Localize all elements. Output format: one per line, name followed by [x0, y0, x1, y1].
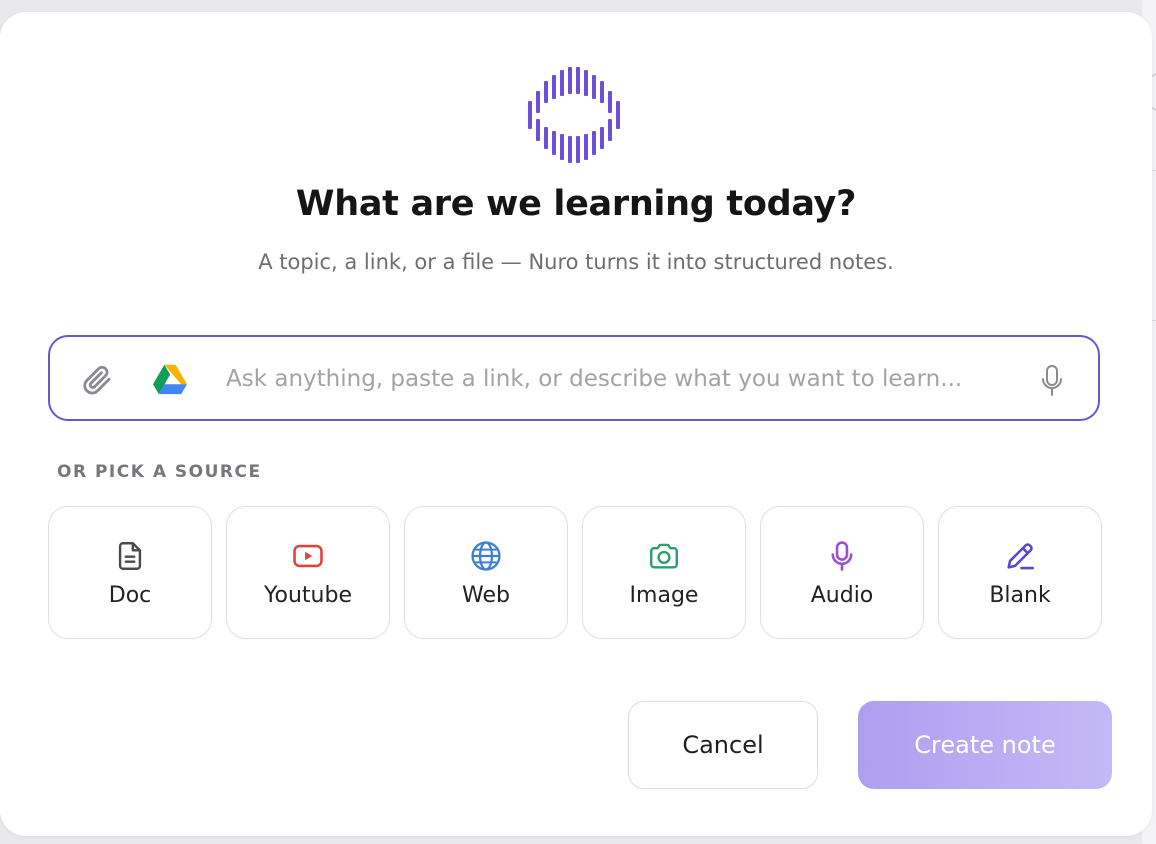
paperclip-icon[interactable]	[80, 363, 114, 397]
globe-icon	[471, 541, 501, 571]
source-doc-label: Doc	[108, 583, 152, 608]
source-web-card[interactable]: Web	[404, 506, 568, 639]
cancel-button[interactable]: Cancel	[628, 701, 818, 789]
source-youtube-card[interactable]: Youtube	[226, 506, 390, 639]
document-icon	[118, 542, 142, 570]
prompt-input[interactable]	[226, 359, 1046, 399]
new-note-dialog: What are we learning today? A topic, a l…	[0, 12, 1152, 836]
nuro-logo-icon	[528, 67, 620, 163]
dialog-title: What are we learning today?	[295, 184, 857, 224]
source-section-heading: OR PICK A SOURCE	[57, 462, 262, 482]
microphone-icon[interactable]	[1040, 364, 1064, 398]
camera-icon	[650, 543, 678, 569]
create-note-button[interactable]: Create note	[858, 701, 1112, 789]
source-doc-card[interactable]: Doc	[48, 506, 212, 639]
pen-icon	[1007, 543, 1035, 570]
prompt-box[interactable]	[48, 335, 1100, 421]
source-image-label: Image	[629, 583, 699, 608]
source-web-label: Web	[462, 583, 510, 608]
microphone-icon	[831, 541, 853, 571]
google-drive-icon[interactable]	[153, 364, 187, 396]
youtube-icon	[293, 544, 323, 568]
source-audio-label: Audio	[810, 583, 874, 608]
source-audio-card[interactable]: Audio	[760, 506, 924, 639]
dialog-subtitle: A topic, a link, or a file — Nuro turns …	[258, 250, 894, 274]
source-image-card[interactable]: Image	[582, 506, 746, 639]
source-youtube-label: Youtube	[264, 583, 352, 608]
source-blank-card[interactable]: Blank	[938, 506, 1102, 639]
source-blank-label: Blank	[989, 583, 1051, 608]
